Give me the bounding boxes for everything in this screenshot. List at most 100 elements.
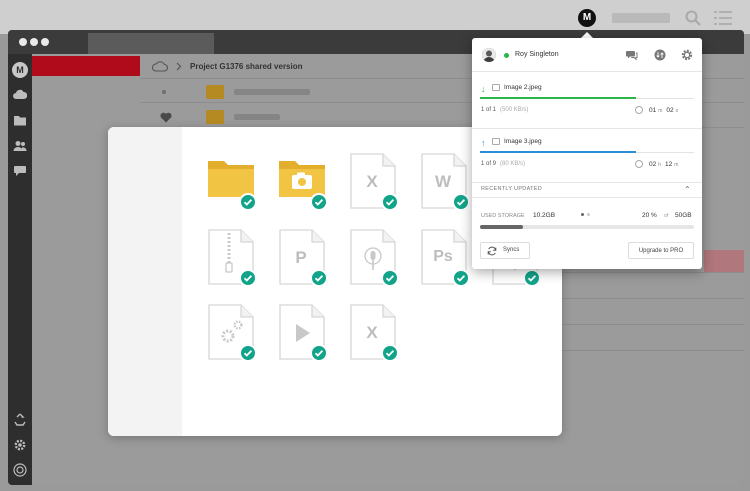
folder-icon[interactable] — [13, 113, 27, 127]
online-status-dot — [504, 53, 509, 58]
download-arrow-icon: ↓ — [481, 84, 486, 94]
search-icon[interactable] — [684, 9, 702, 27]
storage-usage: USED STORAGE 10.2GB 20 % of 50GB — [472, 208, 702, 238]
selected-row[interactable] — [704, 250, 744, 272]
clock-icon — [635, 160, 643, 168]
eta-unit-b: m — [674, 162, 679, 168]
folder-icon[interactable] — [206, 85, 224, 99]
executable-file-icon[interactable] — [207, 304, 257, 362]
chat-icon[interactable] — [13, 163, 27, 177]
recently-updated-header[interactable]: RECENTLY UPDATED ⌃ — [472, 181, 702, 198]
red-header-bar — [32, 56, 140, 76]
image-file-icon — [492, 84, 500, 91]
eta-value-a: 02 — [649, 161, 657, 168]
transfer-progress-track — [480, 97, 694, 99]
row-bullet — [162, 90, 166, 94]
transfer-eta: 01 m 02 s — [649, 107, 682, 114]
left-sidebar: M — [8, 54, 32, 485]
transfer-manager-icon[interactable] — [654, 49, 666, 61]
window-close-button[interactable] — [19, 38, 27, 46]
synced-check-icon — [310, 269, 328, 287]
transfer-count-value: 1 of 9 — [481, 161, 497, 167]
storage-label: USED STORAGE — [481, 213, 525, 219]
chevron-right-icon — [176, 62, 182, 70]
transfer-item-upload[interactable]: ↑ Image 3.jpeg 1 of 9 (80 KB/s) 02 h 12 m — [472, 129, 702, 183]
folder-icon[interactable] — [207, 153, 257, 211]
transfer-count: 1 of 1 (500 KB/s) — [481, 107, 528, 113]
eta-unit-a: h — [658, 162, 662, 168]
rubbish-bin-icon[interactable] — [13, 413, 27, 427]
synced-check-icon — [310, 344, 328, 362]
heart-icon[interactable] — [160, 112, 172, 123]
panel-header: Roy Singleton — [472, 38, 702, 72]
user-avatar-icon — [482, 48, 496, 62]
image-file-icon — [492, 138, 500, 145]
syncs-button[interactable]: Syncs — [480, 242, 530, 259]
upgrade-to-pro-button[interactable]: Upgrade to PRO — [628, 242, 694, 259]
window-minimize-button[interactable] — [30, 38, 38, 46]
excel-file-icon[interactable]: X — [349, 304, 399, 362]
transfer-count-value: 1 of 1 — [481, 107, 497, 113]
chevron-up-icon[interactable]: ⌃ — [684, 185, 691, 194]
transfer-progress-fill — [480, 151, 637, 153]
transfer-count: 1 of 9 (80 KB/s) — [481, 161, 525, 167]
transfer-item-download[interactable]: ↓ Image 2.jpeg 1 of 1 (500 KB/s) 01 m 02 s — [472, 75, 702, 129]
word-file-icon[interactable]: W — [420, 153, 470, 211]
mega-menubar-logo-icon[interactable]: M — [578, 9, 596, 27]
mega-logo-icon[interactable]: M — [12, 62, 28, 78]
storage-used: 10.2GB — [533, 212, 556, 219]
file-type-letter: Ps — [433, 248, 453, 265]
list-icon[interactable] — [714, 10, 732, 26]
photoshop-file-icon[interactable]: Ps — [420, 229, 470, 287]
window-maximize-button[interactable] — [41, 38, 49, 46]
video-file-icon[interactable] — [278, 304, 328, 362]
sync-icon — [487, 246, 497, 256]
transfer-speed: (500 KB/s) — [500, 107, 529, 113]
upload-arrow-icon: ↑ — [481, 138, 486, 148]
recently-updated-label: RECENTLY UPDATED — [481, 186, 543, 192]
chat-icon[interactable] — [626, 49, 638, 61]
breadcrumb-current[interactable]: Project G1376 shared version — [190, 62, 303, 71]
eta-value-b: 02 — [666, 107, 674, 114]
synced-check-icon — [239, 193, 257, 211]
camera-folder-icon[interactable] — [278, 153, 328, 211]
transfers-icon[interactable] — [13, 463, 27, 477]
storage-bar — [480, 225, 694, 229]
cloud-icon[interactable] — [13, 88, 27, 102]
transfer-speed: (80 KB/s) — [500, 161, 526, 167]
storage-bar-fill — [480, 225, 523, 229]
storage-total: 50GB — [675, 212, 692, 219]
powerpoint-file-icon[interactable]: P — [278, 229, 328, 287]
user-name[interactable]: Roy Singleton — [515, 51, 559, 58]
file-type-letter: P — [295, 248, 307, 267]
storage-of: of — [664, 213, 669, 219]
mega-dropdown-panel: Roy Singleton ↓ Image 2.jpeg 1 of 1 (500 … — [472, 38, 702, 269]
synced-check-icon — [381, 193, 399, 211]
gear-icon[interactable] — [13, 438, 27, 452]
storage-percent: 20 % — [642, 212, 657, 219]
synced-check-icon — [239, 269, 257, 287]
transfer-file-name: Image 2.jpeg — [504, 84, 542, 91]
synced-check-icon — [452, 269, 470, 287]
synced-check-icon — [381, 269, 399, 287]
synced-check-icon — [239, 344, 257, 362]
filename-placeholder — [234, 114, 280, 120]
cloud-icon[interactable] — [152, 60, 168, 72]
synced-check-icon — [310, 193, 328, 211]
avatar[interactable] — [482, 48, 496, 62]
syncs-button-label: Syncs — [503, 247, 520, 253]
file-type-letter: W — [434, 172, 452, 191]
transfer-progress-fill — [480, 97, 637, 99]
excel-file-icon[interactable]: X — [349, 153, 399, 211]
gear-icon[interactable] — [681, 49, 693, 61]
eta-unit-a: m — [658, 108, 663, 114]
transfer-eta: 02 h 12 m — [649, 161, 682, 168]
audio-file-icon[interactable] — [349, 229, 399, 287]
camera-folder-icon[interactable] — [206, 110, 224, 124]
zip-file-icon[interactable] — [207, 229, 257, 287]
browser-tab[interactable] — [88, 33, 214, 54]
file-type-letter: X — [366, 323, 378, 342]
os-menu-bar: M — [0, 0, 750, 34]
menubar-placeholder — [612, 13, 670, 23]
contacts-icon[interactable] — [13, 139, 27, 153]
